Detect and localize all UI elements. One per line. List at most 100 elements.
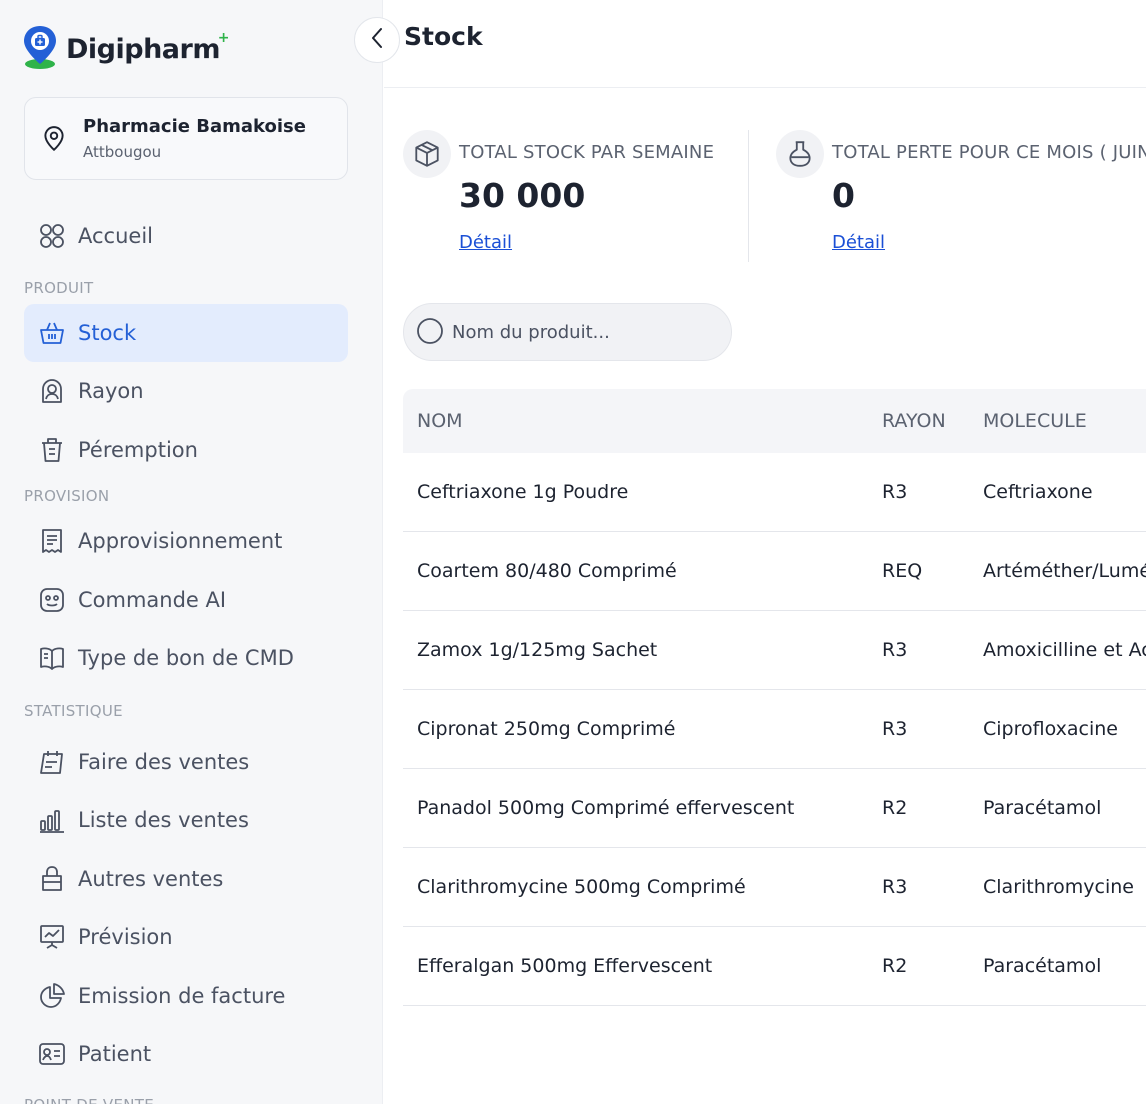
table-row[interactable]: Clarithromycine 500mg Comprimé R3 Clarit… [403,848,1146,927]
cell-rayon: R3 [882,481,908,503]
sidebar-item-label: Liste des ventes [78,808,249,832]
trash-icon [36,434,68,466]
app-logo[interactable]: Digipharm + [22,24,229,74]
cell-rayon: REQ [882,560,923,582]
cell-nom: Cipronat 250mg Comprimé [417,718,676,740]
receipt-icon [36,525,68,557]
pie-chart-icon [36,980,68,1012]
sidebar-item-type-bon-cmd[interactable]: Type de bon de CMD [24,629,348,687]
sidebar-item-stock[interactable]: Stock [24,304,348,362]
cell-molecule: Amoxicilline et Acide clavulanique [983,639,1146,661]
logo-pin-icon [22,24,58,74]
pharmacy-location: Attbougou [83,143,162,161]
sidebar-item-label: Commande AI [78,588,227,612]
robot-icon [36,584,68,616]
sidebar-item-liste-des-ventes[interactable]: Liste des ventes [24,791,348,849]
sidebar-item-accueil[interactable]: Accueil [24,207,348,265]
cell-nom: Zamox 1g/125mg Sachet [417,639,658,661]
stats-divider [748,130,749,262]
cell-nom: Panadol 500mg Comprimé effervescent [417,797,795,819]
sidebar-item-faire-des-ventes[interactable]: Faire des ventes [24,733,348,791]
bag-icon [36,863,68,895]
sidebar-item-peremption[interactable]: Péremption [24,421,348,479]
table-row[interactable]: Cipronat 250mg Comprimé R3 Ciprofloxacin… [403,690,1146,769]
bar-chart-icon [36,804,68,836]
sidebar-item-prevision[interactable]: Prévision [24,908,348,966]
sidebar-item-label: Emission de facture [78,984,286,1008]
grid-icon [36,220,68,252]
cell-molecule: Artéméther/Luméfantrine [983,560,1146,582]
box-icon [403,130,451,178]
table-header: NOM RAYON MOLECULE [403,389,1146,453]
search-input[interactable] [452,321,712,343]
cell-nom: Efferalgan 500mg Effervescent [417,955,713,977]
cell-rayon: R3 [882,876,908,898]
sidebar-item-approvisionnement[interactable]: Approvisionnement [24,512,348,570]
column-header-nom[interactable]: NOM [403,410,868,432]
shelf-icon [36,375,68,407]
location-pin-icon [39,124,69,154]
sidebar-item-commande-ai[interactable]: Commande AI [24,571,348,629]
cell-nom: Coartem 80/480 Comprimé [417,560,677,582]
sidebar: Digipharm + Pharmacie Bamakoise Attbougou… [0,0,383,1104]
cell-molecule: Ciprofloxacine [983,718,1118,740]
book-icon [36,642,68,674]
chevron-left-icon [370,27,384,53]
table-row[interactable]: Coartem 80/480 Comprimé REQ Artéméther/L… [403,532,1146,611]
section-label-produit: PRODUIT [24,279,94,297]
sidebar-item-label: Péremption [78,438,198,462]
table-row[interactable]: Panadol 500mg Comprimé effervescent R2 P… [403,769,1146,848]
app-name: Digipharm + [66,29,229,65]
table-row[interactable]: Zamox 1g/125mg Sachet R3 Amoxicilline et… [403,611,1146,690]
cell-rayon: R2 [882,797,908,819]
header-divider [384,87,1146,88]
section-label-point-de-vente: POINT DE VENTE [24,1096,154,1104]
sidebar-item-label: Faire des ventes [78,750,250,774]
sidebar-item-label: Prévision [78,925,173,949]
cell-molecule: Paracétamol [983,797,1102,819]
table-row[interactable]: Ceftriaxone 1g Poudre R3 Ceftriaxone [403,453,1146,532]
calendar-edit-icon [36,746,68,778]
flask-icon [776,130,824,178]
stat-value: 30 000 [459,176,586,215]
column-header-molecule[interactable]: MOLECULE [969,410,1146,432]
sidebar-item-label: Patient [78,1042,152,1066]
sidebar-item-autres-ventes[interactable]: Autres ventes [24,850,348,908]
collapse-sidebar-button[interactable] [354,17,400,63]
sidebar-item-rayon[interactable]: Rayon [24,362,348,420]
cell-rayon: R2 [882,955,908,977]
sidebar-item-label: Stock [78,321,137,345]
sidebar-item-patient[interactable]: Patient [24,1025,348,1083]
logo-plus: + [217,29,230,46]
pharmacy-name: Pharmacie Bamakoise [83,116,306,137]
sidebar-item-label: Autres ventes [78,867,224,891]
cell-nom: Ceftriaxone 1g Poudre [417,481,629,503]
stat-label: TOTAL STOCK PAR SEMAINE [459,142,715,163]
column-header-rayon[interactable]: RAYON [868,410,969,432]
cell-molecule: Ceftriaxone [983,481,1093,503]
product-search[interactable] [403,303,732,361]
sidebar-item-emission-facture[interactable]: Emission de facture [24,967,348,1025]
section-label-statistique: STATISTIQUE [24,702,123,720]
pharmacy-selector[interactable]: Pharmacie Bamakoise Attbougou [24,97,348,180]
table-row[interactable]: Efferalgan 500mg Effervescent R2 Paracét… [403,927,1146,1006]
basket-icon [36,317,68,349]
sidebar-item-label: Approvisionnement [78,529,283,553]
cell-rayon: R3 [882,639,908,661]
section-label-provision: PROVISION [24,487,110,505]
stat-value: 0 [832,176,855,215]
stock-table: NOM RAYON MOLECULE Ceftriaxone 1g Poudre… [403,389,1146,1006]
sidebar-item-label: Accueil [78,224,153,248]
cell-rayon: R3 [882,718,908,740]
detail-link[interactable]: Détail [832,232,885,253]
cell-molecule: Clarithromycine [983,876,1134,898]
id-card-icon [36,1038,68,1070]
cell-nom: Clarithromycine 500mg Comprimé [417,876,746,898]
page-title: Stock [404,22,483,51]
presentation-icon [36,921,68,953]
sidebar-item-label: Rayon [78,379,144,403]
search-icon [416,317,446,347]
cell-molecule: Paracétamol [983,955,1102,977]
detail-link[interactable]: Détail [459,232,512,253]
stat-label: TOTAL PERTE POUR CE MOIS ( JUIN ) [832,142,1146,163]
